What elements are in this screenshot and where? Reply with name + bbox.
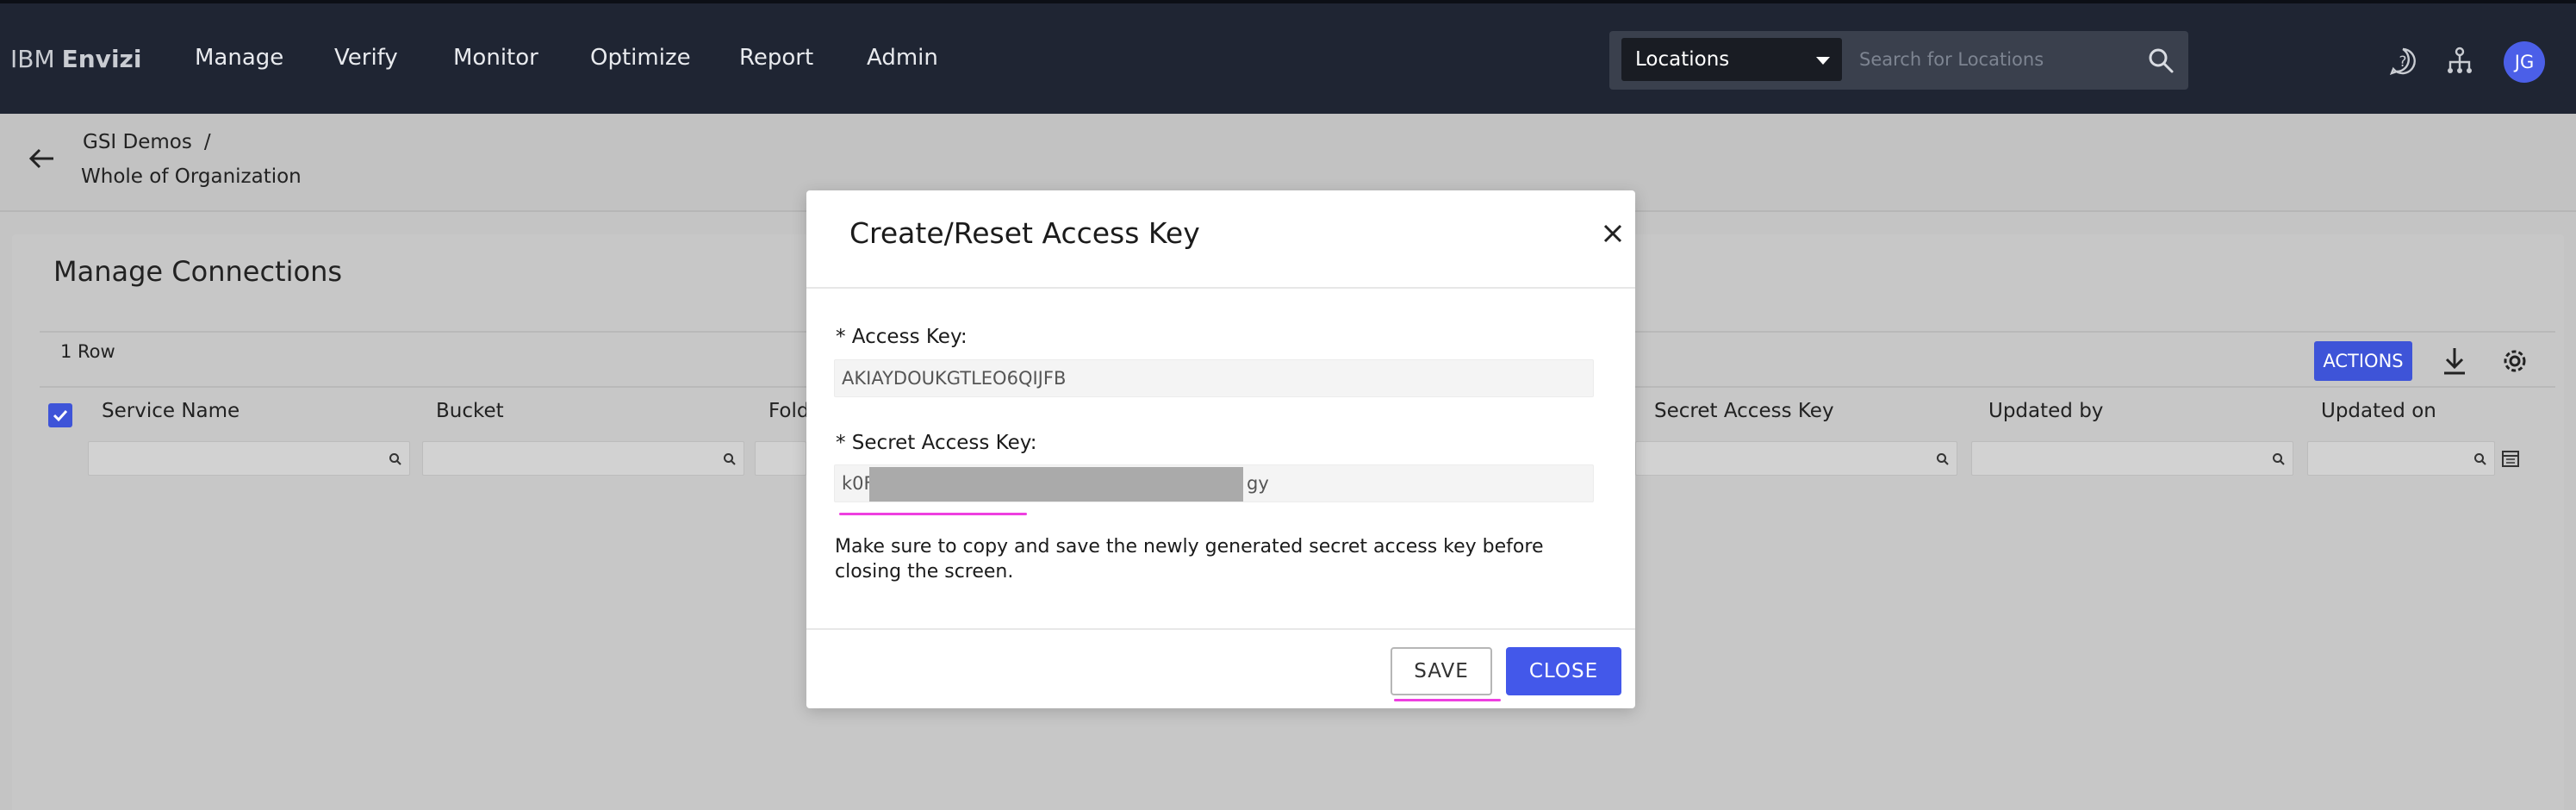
search-icon [389,453,401,465]
location-type-select[interactable]: Locations [1621,38,1842,81]
create-reset-access-key-dialog: Create/Reset Access Key * Access Key: AK… [806,190,1635,708]
access-key-field[interactable]: AKIAYDOUKGTLEO6QIJFB [834,359,1594,397]
search-icon[interactable] [2147,47,2175,74]
close-icon[interactable] [1596,216,1630,251]
brand-name: Envizi [61,45,142,73]
checkmark-icon [53,409,68,422]
filter-bucket[interactable] [422,441,744,476]
filter-service-name[interactable] [88,441,410,476]
top-navigation-bar: IBM Envizi Manage Verify Monitor Optimize… [0,0,2576,114]
breadcrumb-current: Whole of Organization [81,165,302,188]
breadcrumb-parent[interactable]: GSI Demos / [83,131,211,153]
nav-optimize[interactable]: Optimize [590,45,691,71]
svg-text:?: ? [2399,53,2406,71]
search-icon [2273,453,2285,465]
actions-button[interactable]: ACTIONS [2314,341,2412,381]
search-icon [2474,453,2486,465]
column-header-bucket[interactable]: Bucket [436,400,504,422]
filter-updated-by[interactable] [1971,441,2293,476]
brand-prefix: IBM [10,45,55,73]
hierarchy-icon[interactable] [2445,47,2474,76]
settings-gear-icon[interactable] [2497,343,2533,379]
search-icon [1937,453,1949,465]
dialog-title: Create/Reset Access Key [849,216,1200,250]
column-header-updated-on[interactable]: Updated on [2321,400,2436,422]
app-logo[interactable]: IBM Envizi [10,45,141,73]
location-search-input[interactable] [1851,38,2152,81]
filter-secret-access-key[interactable] [1635,441,1957,476]
breadcrumb-separator: / [203,131,211,153]
save-button[interactable]: SAVE [1391,647,1492,695]
search-icon [724,453,736,465]
location-search: Locations [1609,31,2188,90]
breadcrumb-parent-label[interactable]: GSI Demos [83,131,192,153]
filter-updated-on[interactable] [2307,441,2495,476]
save-warning-note: Make sure to copy and save the newly gen… [835,536,1544,583]
chevron-down-icon [1816,57,1830,65]
access-key-label: * Access Key: [836,326,968,348]
calendar-icon[interactable] [2500,448,2521,469]
nav-monitor[interactable]: Monitor [453,45,538,71]
divider [806,628,1635,630]
nav-manage[interactable]: Manage [195,45,283,71]
nav-verify[interactable]: Verify [334,45,398,71]
secret-key-suffix: gy [1247,473,1269,494]
location-type-value: Locations [1635,48,1730,71]
column-header-folder[interactable]: Fold [768,400,809,422]
back-arrow-icon[interactable] [26,143,57,174]
download-icon[interactable] [2436,343,2473,379]
nav-admin[interactable]: Admin [867,45,938,71]
column-header-service-name[interactable]: Service Name [102,400,240,422]
divider [806,287,1635,289]
secret-access-key-label: * Secret Access Key: [836,432,1037,454]
column-header-secret-access-key[interactable]: Secret Access Key [1654,400,1834,422]
highlight-underline [839,513,1027,515]
redaction-mask [869,467,1243,502]
column-header-updated-by[interactable]: Updated by [1988,400,2103,422]
nav-report[interactable]: Report [739,45,813,71]
user-avatar[interactable]: JG [2504,41,2545,83]
row-count: 1 Row [60,341,115,362]
highlight-underline [1394,699,1501,701]
page-title: Manage Connections [53,255,343,288]
filter-folder[interactable] [755,441,806,476]
close-button[interactable]: CLOSE [1506,647,1621,695]
help-icon[interactable]: ? [2388,47,2417,76]
secret-access-key-field[interactable]: k0F gy [834,464,1594,502]
select-all-checkbox[interactable] [48,403,72,427]
